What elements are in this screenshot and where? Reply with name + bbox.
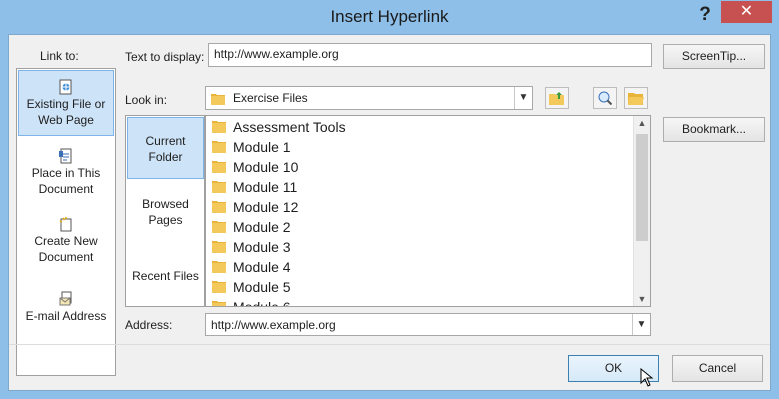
look-in-label: Look in: xyxy=(125,93,168,107)
folder-icon xyxy=(211,94,225,105)
browse-web-button[interactable] xyxy=(593,87,617,109)
new-document-icon xyxy=(59,217,72,232)
nav-recent-files-label: Recent Files xyxy=(132,269,199,283)
folder-icon xyxy=(212,241,226,253)
nav-recent-files[interactable]: Recent Files xyxy=(127,268,204,288)
file-list-scrollbar[interactable]: ▲ ▼ xyxy=(633,116,650,306)
address-value: http://www.example.org xyxy=(211,318,336,332)
list-item-label: Module 4 xyxy=(233,259,291,275)
list-item-label: Module 3 xyxy=(233,239,291,255)
up-folder-button[interactable] xyxy=(545,87,569,109)
link-to-panel: Existing File or Web Page Place in This … xyxy=(16,68,116,376)
look-in-dropdown[interactable]: Exercise Files ▼ xyxy=(205,86,533,110)
folder-icon xyxy=(212,261,226,273)
link-to-label: Link to: xyxy=(40,49,79,63)
folder-icon xyxy=(212,221,226,233)
link-to-email-address[interactable]: E-mail Address xyxy=(18,291,114,331)
dialog-title: Insert Hyperlink xyxy=(330,7,449,26)
browse-web-icon xyxy=(598,91,613,105)
look-in-value: Exercise Files xyxy=(233,91,308,105)
folder-icon xyxy=(212,301,226,306)
insert-hyperlink-dialog: Insert Hyperlink ? ✕ Link to: Existing F… xyxy=(0,0,779,399)
scroll-up-icon[interactable]: ▲ xyxy=(634,118,650,128)
place-in-document-icon xyxy=(59,148,72,164)
browse-nav-panel: Current Folder Browsed Pages Recent File… xyxy=(125,115,205,307)
nav-current-folder[interactable]: Current Folder xyxy=(127,117,204,179)
link-to-existing-file-label: Existing File or Web Page xyxy=(26,97,106,127)
folder-icon xyxy=(212,181,226,193)
browse-file-button[interactable] xyxy=(624,87,648,109)
close-button[interactable]: ✕ xyxy=(721,1,772,23)
link-to-create-new-document-label: Create New Document xyxy=(34,234,98,264)
text-to-display-field[interactable]: http://www.example.org xyxy=(208,43,652,67)
folder-icon xyxy=(212,161,226,173)
folder-icon xyxy=(212,281,226,293)
link-to-create-new-document[interactable]: Create New Document xyxy=(18,216,114,268)
up-folder-icon xyxy=(549,92,564,105)
mouse-cursor-icon xyxy=(640,368,654,387)
screentip-button[interactable]: ScreenTip... xyxy=(663,44,765,69)
list-item-label: Module 12 xyxy=(233,199,299,215)
list-item-label: Module 2 xyxy=(233,219,291,235)
scroll-down-icon[interactable]: ▼ xyxy=(634,294,650,304)
folder-icon xyxy=(212,201,226,213)
link-to-email-address-label: E-mail Address xyxy=(25,309,107,323)
help-button[interactable]: ? xyxy=(688,3,722,27)
address-label: Address: xyxy=(125,318,173,332)
scrollbar-thumb[interactable] xyxy=(636,134,648,241)
bookmark-button[interactable]: Bookmark... xyxy=(663,117,765,142)
list-item-label: Assessment Tools xyxy=(233,119,346,135)
web-page-icon xyxy=(59,79,72,95)
email-icon xyxy=(59,291,72,306)
link-to-place-in-document[interactable]: Place in This Document xyxy=(18,148,114,200)
nav-browsed-pages[interactable]: Browsed Pages xyxy=(127,196,204,232)
folder-icon xyxy=(212,121,226,133)
divider xyxy=(9,344,770,345)
list-item-label: Module 6 xyxy=(233,299,291,307)
nav-browsed-pages-label: Browsed Pages xyxy=(142,197,189,227)
list-item-label: Module 10 xyxy=(233,159,299,175)
title-bar[interactable]: Insert Hyperlink ? ✕ xyxy=(0,0,779,34)
folder-icon xyxy=(212,141,226,153)
dialog-body: Link to: Existing File or Web Page Place… xyxy=(8,34,771,391)
link-to-place-in-document-label: Place in This Document xyxy=(31,166,101,196)
chevron-down-icon[interactable]: ▼ xyxy=(514,87,532,109)
nav-current-folder-label: Current Folder xyxy=(145,134,186,164)
address-field[interactable]: http://www.example.org ▼ xyxy=(205,313,651,336)
open-folder-icon xyxy=(628,93,644,105)
list-item-label: Module 11 xyxy=(233,179,298,195)
link-to-existing-file[interactable]: Existing File or Web Page xyxy=(18,70,114,136)
list-item-label: Module 5 xyxy=(233,279,291,295)
text-to-display-label: Text to display: xyxy=(125,50,205,64)
cancel-button[interactable]: Cancel xyxy=(672,355,763,382)
file-list[interactable]: Assessment Tools Module 1 Module 10 Modu… xyxy=(205,115,651,307)
chevron-down-icon[interactable]: ▼ xyxy=(632,314,650,335)
list-item-label: Module 1 xyxy=(233,139,291,155)
